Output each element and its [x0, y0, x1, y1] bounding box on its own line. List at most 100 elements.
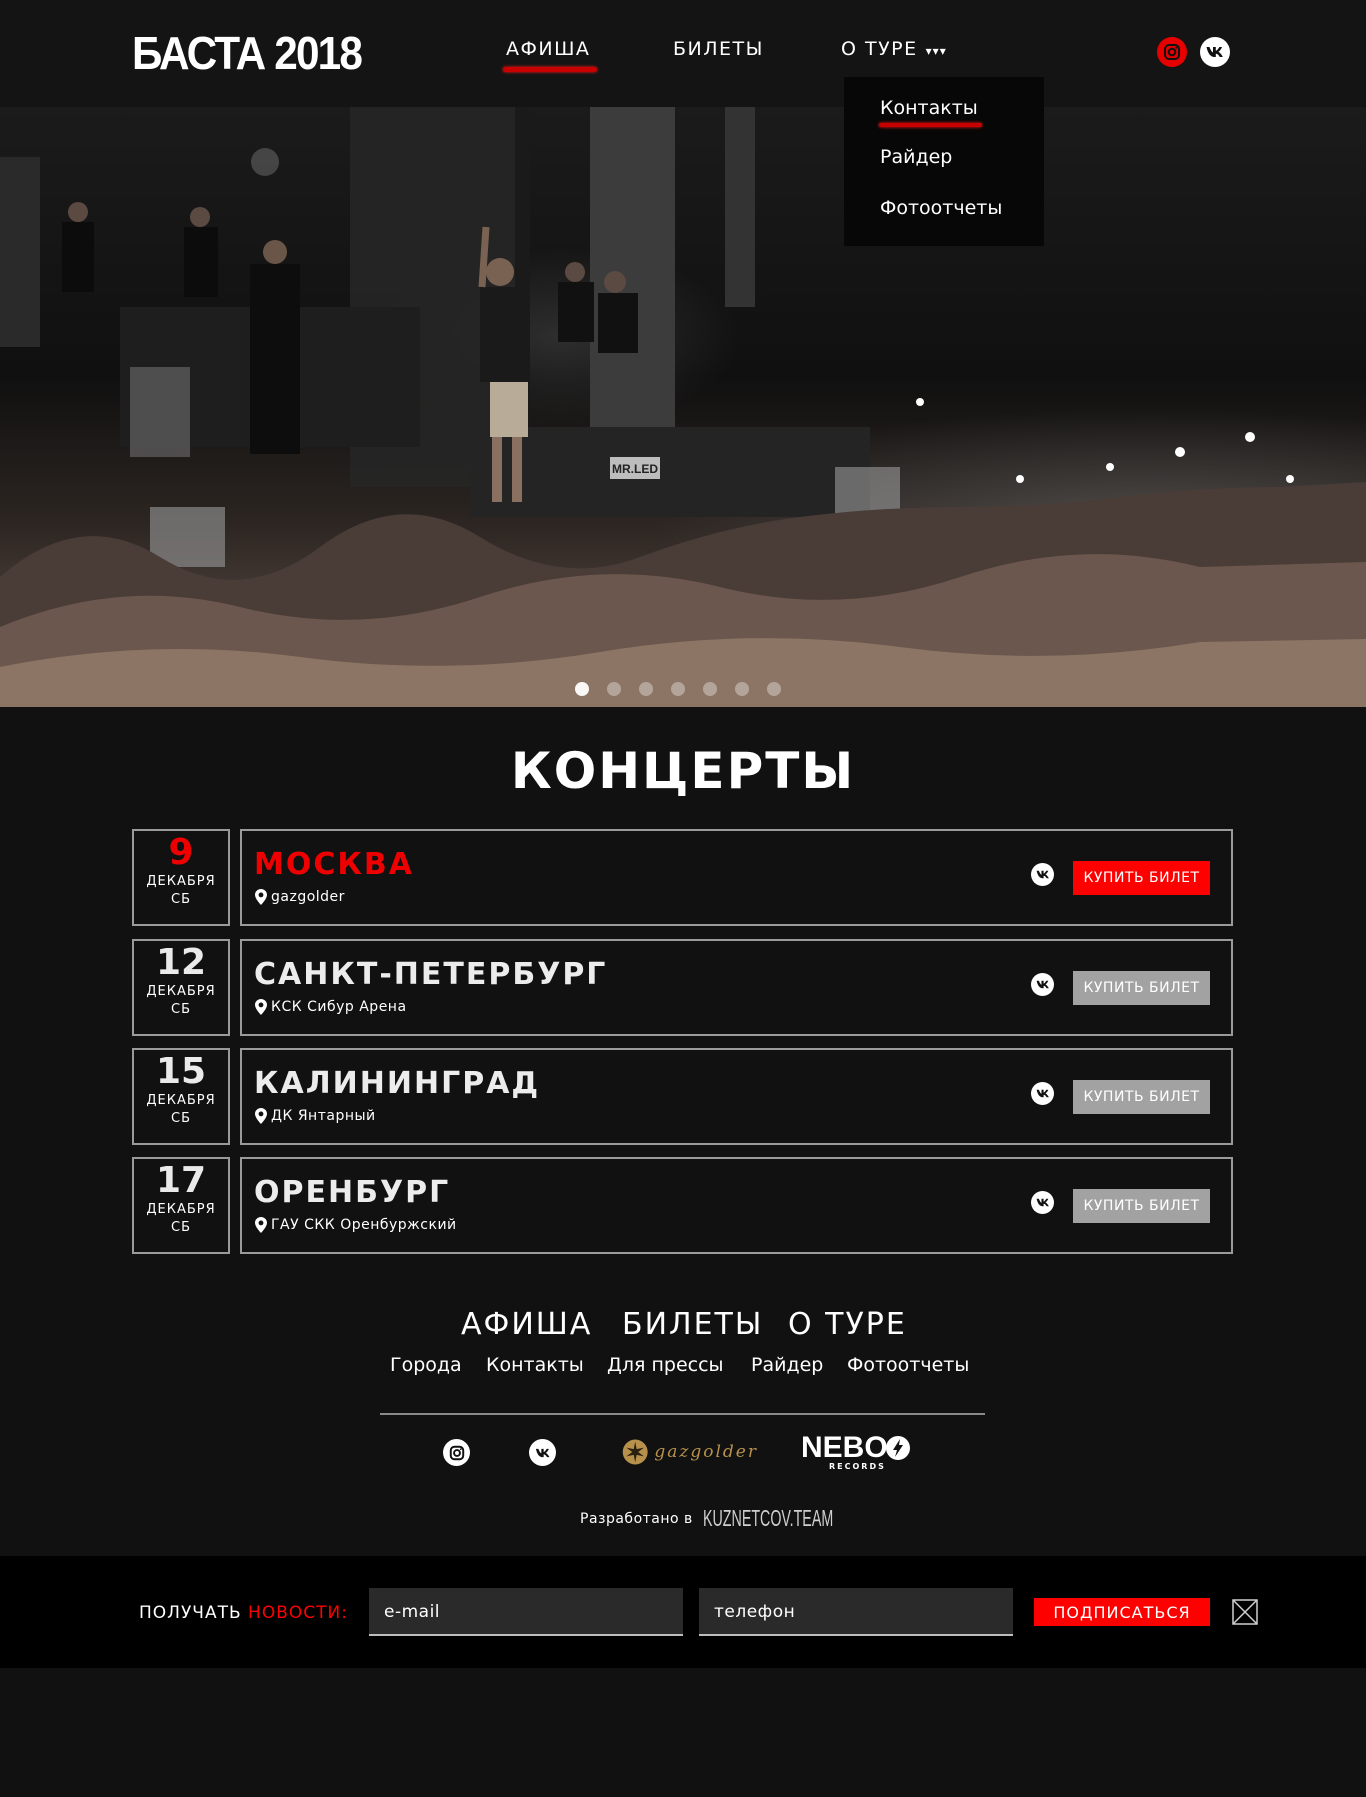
- concert-row: МОСКВА gazgolder КУПИТЬ БИЛЕТ: [240, 829, 1233, 926]
- concert-venue: ГАУ СКК Оренбуржский: [255, 1217, 457, 1233]
- footer-link-rider[interactable]: Райдер: [751, 1354, 823, 1376]
- nebo-records-logo[interactable]: NEBO RECORDS: [801, 1432, 913, 1474]
- slider-dot-5[interactable]: [703, 682, 717, 696]
- slider-dots: [575, 682, 781, 696]
- buy-ticket-button[interactable]: КУПИТЬ БИЛЕТ: [1073, 971, 1210, 1005]
- dropdown-active-underline: [879, 123, 982, 127]
- gazgolder-emblem-icon: [622, 1439, 648, 1465]
- nav-tour[interactable]: О ТУРЕ ▾▾▾: [841, 38, 947, 60]
- map-pin-icon: [255, 999, 267, 1015]
- slider-dot-4[interactable]: [671, 682, 685, 696]
- close-icon[interactable]: [1232, 1599, 1258, 1625]
- concerts-title: КОНЦЕРТЫ: [510, 742, 856, 800]
- gazgolder-logo[interactable]: gazgolder: [622, 1432, 758, 1472]
- lightning-icon: [886, 1436, 910, 1460]
- dropdown-item-kontakty[interactable]: Контакты: [880, 97, 978, 119]
- nav-tour-label: О ТУРЕ: [841, 38, 918, 60]
- map-pin-icon: [255, 1108, 267, 1124]
- dropdown-item-fotootchety[interactable]: Фотоотчеты: [880, 197, 1002, 219]
- concert-city: МОСКВА: [254, 847, 414, 882]
- concert-venue: КСК Сибур Арена: [255, 999, 407, 1015]
- concert-date: 17 ДЕКАБРЯ СБ: [132, 1157, 230, 1254]
- vk-icon[interactable]: [1031, 1191, 1054, 1214]
- slider-dot-1[interactable]: [575, 682, 589, 696]
- concert-weekday: СБ: [171, 1220, 191, 1235]
- concert-weekday: СБ: [171, 892, 191, 907]
- map-pin-icon: [255, 1217, 267, 1233]
- vk-icon[interactable]: [1200, 37, 1230, 67]
- slider-dot-3[interactable]: [639, 682, 653, 696]
- instagram-icon[interactable]: [443, 1439, 470, 1466]
- concert-weekday: СБ: [171, 1111, 191, 1126]
- concert-date: 9 ДЕКАБРЯ СБ: [132, 829, 230, 926]
- concert-city: ОРЕНБУРГ: [254, 1175, 451, 1210]
- concert-photo: MR.LED: [0, 107, 1366, 707]
- concert-day: 9: [168, 832, 194, 873]
- buy-ticket-button[interactable]: КУПИТЬ БИЛЕТ: [1073, 1080, 1210, 1114]
- nav-active-underline: [503, 67, 597, 72]
- hero-slider[interactable]: MR.LED: [0, 107, 1366, 707]
- concert-month: ДЕКАБРЯ: [146, 874, 216, 889]
- email-field[interactable]: e-mail: [369, 1588, 683, 1636]
- developer-logo[interactable]: KUZNETCOV.TEAM: [703, 1505, 833, 1532]
- phone-field[interactable]: телефон: [699, 1588, 1013, 1636]
- buy-ticket-button[interactable]: КУПИТЬ БИЛЕТ: [1073, 861, 1210, 895]
- concert-month: ДЕКАБРЯ: [146, 984, 216, 999]
- concert-row: САНКТ-ПЕТЕРБУРГ КСК Сибур Арена КУПИТЬ Б…: [240, 939, 1233, 1036]
- vk-icon[interactable]: [1031, 863, 1054, 886]
- concert-venue: ДК Янтарный: [255, 1108, 376, 1124]
- vk-icon[interactable]: [1031, 1082, 1054, 1105]
- site-header: БАСТА 2018 АФИША БИЛЕТЫ О ТУРЕ ▾▾▾: [0, 0, 1366, 107]
- concert-weekday: СБ: [171, 1002, 191, 1017]
- map-pin-icon: [255, 889, 267, 905]
- tour-dropdown-menu: Контакты Райдер Фотоотчеты: [844, 77, 1044, 246]
- vk-icon[interactable]: [1031, 973, 1054, 996]
- developer-credit: Разработано в KUZNETCOV.TEAM: [580, 1505, 833, 1532]
- concert-venue-name: gazgolder: [271, 889, 345, 905]
- footer-link-afisha[interactable]: АФИША: [461, 1307, 592, 1342]
- concert-venue-name: ДК Янтарный: [271, 1108, 376, 1124]
- concert-venue: gazgolder: [255, 889, 345, 905]
- concert-row: ОРЕНБУРГ ГАУ СКК Оренбуржский КУПИТЬ БИЛ…: [240, 1157, 1233, 1254]
- concert-venue-name: КСК Сибур Арена: [271, 999, 407, 1015]
- concert-city: КАЛИНИНГРАД: [254, 1066, 541, 1101]
- slider-dot-2[interactable]: [607, 682, 621, 696]
- concert-day: 15: [155, 1051, 207, 1092]
- subscribe-bar: ПОЛУЧАТЬ НОВОСТИ: e-mail телефон ПОДПИСА…: [0, 1556, 1366, 1668]
- site-logo[interactable]: БАСТА 2018: [132, 27, 363, 79]
- footer-link-fotootchety[interactable]: Фотоотчеты: [847, 1354, 969, 1376]
- concert-day: 17: [155, 1160, 207, 1201]
- concert-month: ДЕКАБРЯ: [146, 1093, 216, 1108]
- slider-dot-7[interactable]: [767, 682, 781, 696]
- concert-row: КАЛИНИНГРАД ДК Янтарный КУПИТЬ БИЛЕТ: [240, 1048, 1233, 1145]
- footer-link-bilety[interactable]: БИЛЕТЫ: [622, 1307, 763, 1342]
- footer-link-press[interactable]: Для прессы: [607, 1354, 724, 1376]
- subscribe-button[interactable]: ПОДПИСАТЬСЯ: [1034, 1598, 1210, 1626]
- nebo-records-text: RECORDS: [829, 1462, 886, 1471]
- concert-city: САНКТ-ПЕТЕРБУРГ: [254, 957, 608, 992]
- gazgolder-logo-text: gazgolder: [654, 1442, 758, 1462]
- concert-venue-name: ГАУ СКК Оренбуржский: [271, 1217, 457, 1233]
- subscribe-label: ПОЛУЧАТЬ НОВОСТИ:: [139, 1603, 348, 1623]
- stage-sign-text: MR.LED: [612, 462, 658, 476]
- nav-afisha[interactable]: АФИША: [506, 38, 590, 60]
- concert-month: ДЕКАБРЯ: [146, 1202, 216, 1217]
- subscribe-label-prefix: ПОЛУЧАТЬ: [139, 1603, 242, 1623]
- developer-label: Разработано в: [580, 1510, 693, 1527]
- concert-date: 15 ДЕКАБРЯ СБ: [132, 1048, 230, 1145]
- concert-day: 12: [155, 942, 207, 983]
- footer-link-goroda[interactable]: Города: [390, 1354, 462, 1376]
- nebo-logo-text: NEBO: [801, 1431, 888, 1464]
- instagram-icon[interactable]: [1157, 37, 1187, 67]
- nav-bilety[interactable]: БИЛЕТЫ: [673, 38, 764, 60]
- footer-divider: [380, 1413, 985, 1415]
- chevron-down-icon: ▾▾▾: [925, 44, 947, 58]
- buy-ticket-button[interactable]: КУПИТЬ БИЛЕТ: [1073, 1189, 1210, 1223]
- footer-link-kontakty[interactable]: Контакты: [486, 1354, 584, 1376]
- footer-link-tour[interactable]: О ТУРЕ: [788, 1307, 907, 1342]
- slider-dot-6[interactable]: [735, 682, 749, 696]
- concert-date: 12 ДЕКАБРЯ СБ: [132, 939, 230, 1036]
- subscribe-label-highlight: НОВОСТИ:: [248, 1603, 348, 1623]
- vk-icon[interactable]: [529, 1439, 556, 1466]
- dropdown-item-rider[interactable]: Райдер: [880, 146, 952, 168]
